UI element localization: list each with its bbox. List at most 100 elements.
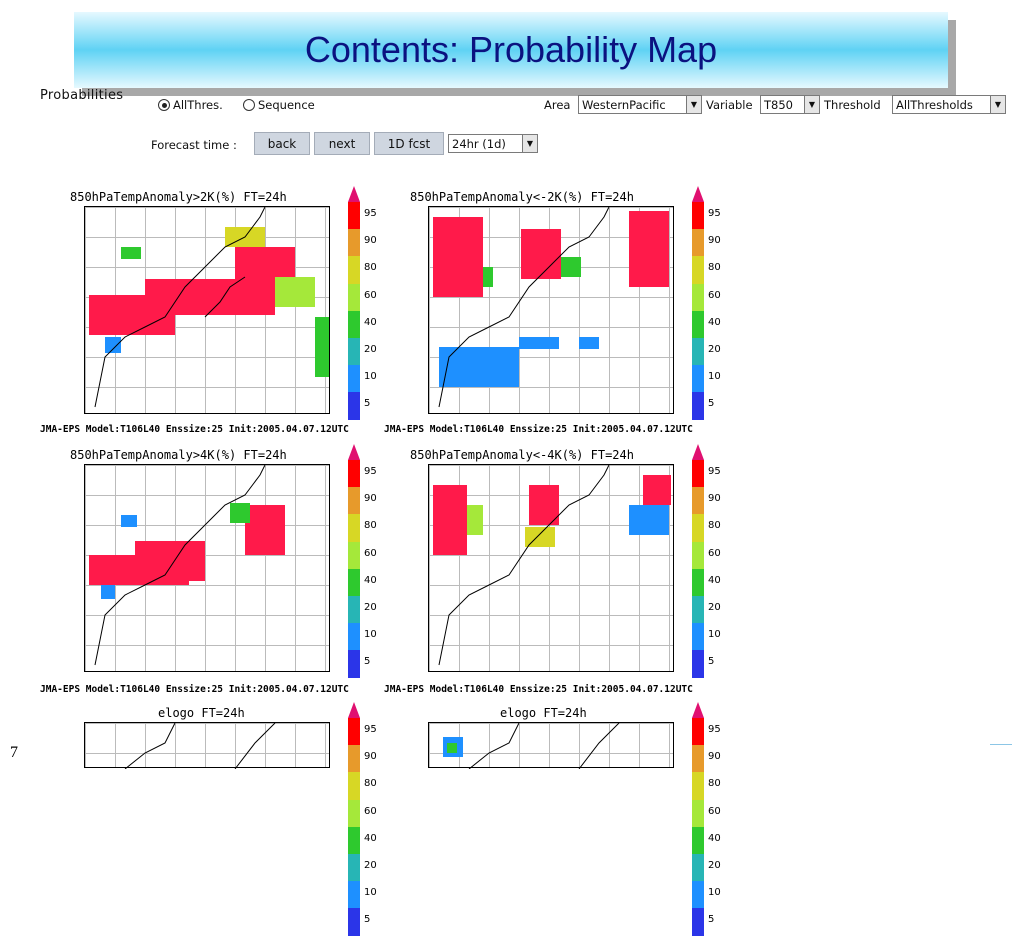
legend-label: 20 [364, 860, 377, 871]
legend-label: 80 [364, 262, 377, 274]
legend-label: 10 [708, 629, 721, 641]
map-title-6: elogo FT=24h [500, 706, 587, 720]
legend-swatch [692, 541, 704, 569]
legend-label: 40 [708, 832, 721, 844]
legend-swatch [692, 256, 704, 284]
probability-map-4 [428, 464, 674, 672]
slide-number: 7 [10, 744, 18, 761]
legend-label: 40 [708, 316, 721, 328]
footer-line [990, 744, 1012, 745]
legend-swatch [348, 745, 360, 773]
radio-allthres-label: AllThres. [173, 98, 223, 112]
chevron-down-icon[interactable]: ▼ [990, 96, 1005, 113]
legend-swatch [692, 854, 704, 882]
legend-label: 40 [364, 316, 377, 328]
legend-label: 60 [708, 805, 721, 817]
chevron-down-icon[interactable]: ▼ [686, 96, 701, 113]
threshold-value: AllThresholds [896, 97, 973, 112]
legend-label: 95 [708, 208, 721, 219]
area-value: WesternPacific [582, 97, 666, 112]
map-title-2: 850hPaTempAnomaly<-2K(%) FT=24h [410, 190, 634, 204]
legend-swatch [348, 283, 360, 311]
slide-title-box: Contents: Probability Map [74, 12, 948, 88]
chevron-down-icon[interactable]: ▼ [522, 135, 537, 152]
legend-label: 90 [364, 751, 377, 763]
legend-label: 60 [364, 289, 377, 301]
legend-swatch [692, 623, 704, 651]
legend-label: 20 [708, 602, 721, 613]
area-select[interactable]: WesternPacific ▼ [578, 95, 702, 114]
legend-label: 40 [364, 832, 377, 844]
legend-swatch [348, 826, 360, 854]
legend-label: 40 [364, 574, 377, 586]
legend-label: 80 [708, 262, 721, 274]
legend-label: 10 [708, 371, 721, 383]
legend-swatch [692, 392, 704, 420]
legend-label: 10 [708, 887, 721, 899]
next-button[interactable]: next [314, 132, 370, 155]
legend-swatch [348, 854, 360, 882]
legend-swatch [348, 229, 360, 257]
legend-label: 40 [708, 574, 721, 586]
legend-label: 60 [708, 289, 721, 301]
legend-label: 5 [364, 656, 371, 668]
map-title-5: elogo FT=24h [158, 706, 245, 720]
legend-swatch [692, 202, 704, 230]
legend-swatch [692, 514, 704, 542]
legend-swatch [692, 487, 704, 515]
legend-swatch [348, 460, 360, 488]
probability-map-1 [84, 206, 330, 414]
one-day-forecast-button[interactable]: 1D fcst [374, 132, 444, 155]
legend-label: 95 [708, 466, 721, 477]
legend-swatch [348, 908, 360, 936]
legend-label: 80 [708, 778, 721, 790]
map-caption-4: JMA-EPS Model:T106L40 Enssize:25 Init:20… [384, 684, 693, 695]
legend-swatch [692, 568, 704, 596]
legend-swatch [348, 718, 360, 746]
probabilities-label: Probabilities [40, 88, 124, 103]
legend-swatch [692, 799, 704, 827]
legend-label: 95 [364, 724, 377, 735]
legend-swatch [692, 229, 704, 257]
variable-select[interactable]: T850 ▼ [760, 95, 820, 114]
legend-label: 10 [364, 371, 377, 383]
legend-label: 10 [364, 887, 377, 899]
legend-label: 20 [364, 602, 377, 613]
legend-label: 60 [364, 805, 377, 817]
legend-swatch [692, 283, 704, 311]
map-caption-2: JMA-EPS Model:T106L40 Enssize:25 Init:20… [384, 424, 693, 435]
area-label: Area [544, 98, 571, 112]
legend-swatch [348, 881, 360, 909]
legend-label: 90 [364, 235, 377, 247]
legend-swatch [692, 310, 704, 338]
legend-label: 80 [364, 778, 377, 790]
map-overlay-1 [89, 207, 329, 408]
chevron-down-icon[interactable]: ▼ [804, 96, 819, 113]
variable-label: Variable [706, 98, 753, 112]
threshold-select[interactable]: AllThresholds ▼ [892, 95, 1006, 114]
probability-map-5 [84, 722, 330, 769]
legend-swatch [692, 365, 704, 393]
legend-label: 90 [708, 751, 721, 763]
radio-unselected-icon[interactable] [243, 99, 255, 111]
legend-label: 90 [708, 493, 721, 505]
legend-swatch [348, 338, 360, 366]
legend-swatch [348, 487, 360, 515]
legend-swatch [348, 202, 360, 230]
legend-swatch [692, 338, 704, 366]
legend-label: 5 [364, 914, 371, 926]
radio-allthres[interactable]: AllThres. [158, 98, 223, 112]
forecast-select[interactable]: 24hr (1d) ▼ [448, 134, 538, 153]
back-button[interactable]: back [254, 132, 310, 155]
legend-swatch [348, 772, 360, 800]
legend-tip [692, 444, 704, 460]
forecast-time-label: Forecast time : [151, 138, 237, 152]
legend-swatch [348, 650, 360, 678]
map-overlay-2 [433, 207, 669, 408]
legend-tip [692, 186, 704, 202]
legend-swatch [348, 799, 360, 827]
legend-label: 95 [364, 466, 377, 477]
radio-sequence[interactable]: Sequence [243, 98, 315, 112]
map-overlay-5 [124, 723, 276, 769]
radio-selected-icon[interactable] [158, 99, 170, 111]
